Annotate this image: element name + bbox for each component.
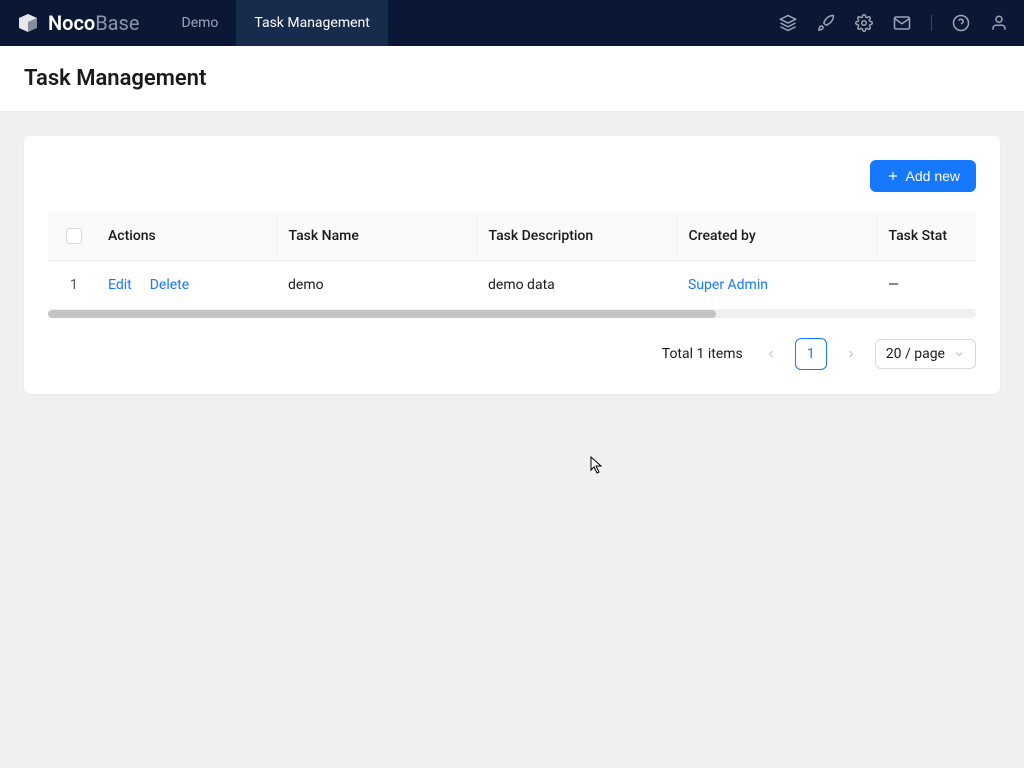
created-by-link[interactable]: Super Admin: [688, 277, 768, 293]
plugin-icon[interactable]: [779, 14, 797, 32]
card-actions: Add new: [48, 152, 976, 192]
logo[interactable]: NocoBase: [16, 11, 140, 35]
cell-actions: Edit Delete: [96, 261, 276, 310]
nav-icons: [779, 14, 1008, 32]
card: Add new Actions Task Name Task Descripti…: [24, 136, 1000, 394]
cell-index: 1: [48, 261, 96, 310]
pagination-next[interactable]: [841, 344, 861, 364]
page-size-select[interactable]: 20 / page: [875, 339, 976, 369]
cell-task-description: demo data: [476, 261, 676, 310]
horizontal-scrollbar[interactable]: [48, 310, 976, 318]
checkbox-all[interactable]: [66, 228, 82, 244]
chevron-right-icon: [845, 348, 857, 360]
nav-divider: [931, 15, 932, 31]
add-new-label: Add new: [906, 168, 960, 184]
nav-tabs: Demo Task Management: [164, 0, 388, 46]
cursor-pointer: [590, 456, 606, 476]
page-header: Task Management: [0, 46, 1024, 112]
nav-tab-demo[interactable]: Demo: [164, 0, 237, 46]
logo-text-2: Base: [95, 11, 139, 35]
logo-text-1: Noco: [48, 11, 95, 35]
cell-created-by: Super Admin: [676, 261, 876, 310]
table-wrapper: Actions Task Name Task Description Creat…: [48, 212, 976, 318]
page-size-label: 20 / page: [886, 346, 945, 362]
mail-icon[interactable]: [893, 14, 911, 32]
plus-icon: [886, 169, 900, 183]
col-task-status: Task Stat: [876, 212, 976, 261]
pagination: Total 1 items 1 20 / page: [48, 338, 976, 370]
pagination-page-1[interactable]: 1: [795, 338, 827, 370]
cell-task-name: demo: [276, 261, 476, 310]
col-task-name: Task Name: [276, 212, 476, 261]
table-header-row: Actions Task Name Task Description Creat…: [48, 212, 976, 261]
logo-icon: [16, 11, 40, 35]
pagination-total: Total 1 items: [662, 346, 743, 362]
user-icon[interactable]: [990, 14, 1008, 32]
chevron-left-icon: [765, 348, 777, 360]
rocket-icon[interactable]: [817, 14, 835, 32]
top-nav: NocoBase Demo Task Management: [0, 0, 1024, 46]
pagination-prev[interactable]: [761, 344, 781, 364]
col-created-by: Created by: [676, 212, 876, 261]
table-row: 1 Edit Delete demo demo data Super Admin…: [48, 261, 976, 310]
page-title: Task Management: [24, 66, 1000, 91]
col-checkbox: [48, 212, 96, 261]
table: Actions Task Name Task Description Creat…: [48, 212, 976, 310]
content: Add new Actions Task Name Task Descripti…: [0, 112, 1024, 418]
help-icon[interactable]: [952, 14, 970, 32]
cell-task-status: —: [876, 261, 976, 310]
delete-link[interactable]: Delete: [150, 277, 189, 293]
edit-link[interactable]: Edit: [108, 277, 132, 293]
add-new-button[interactable]: Add new: [870, 160, 976, 192]
settings-icon[interactable]: [855, 14, 873, 32]
nav-tab-task-management[interactable]: Task Management: [236, 0, 387, 46]
scrollbar-thumb[interactable]: [48, 310, 716, 318]
col-actions: Actions: [96, 212, 276, 261]
chevron-down-icon: [953, 348, 965, 360]
col-task-description: Task Description: [476, 212, 676, 261]
